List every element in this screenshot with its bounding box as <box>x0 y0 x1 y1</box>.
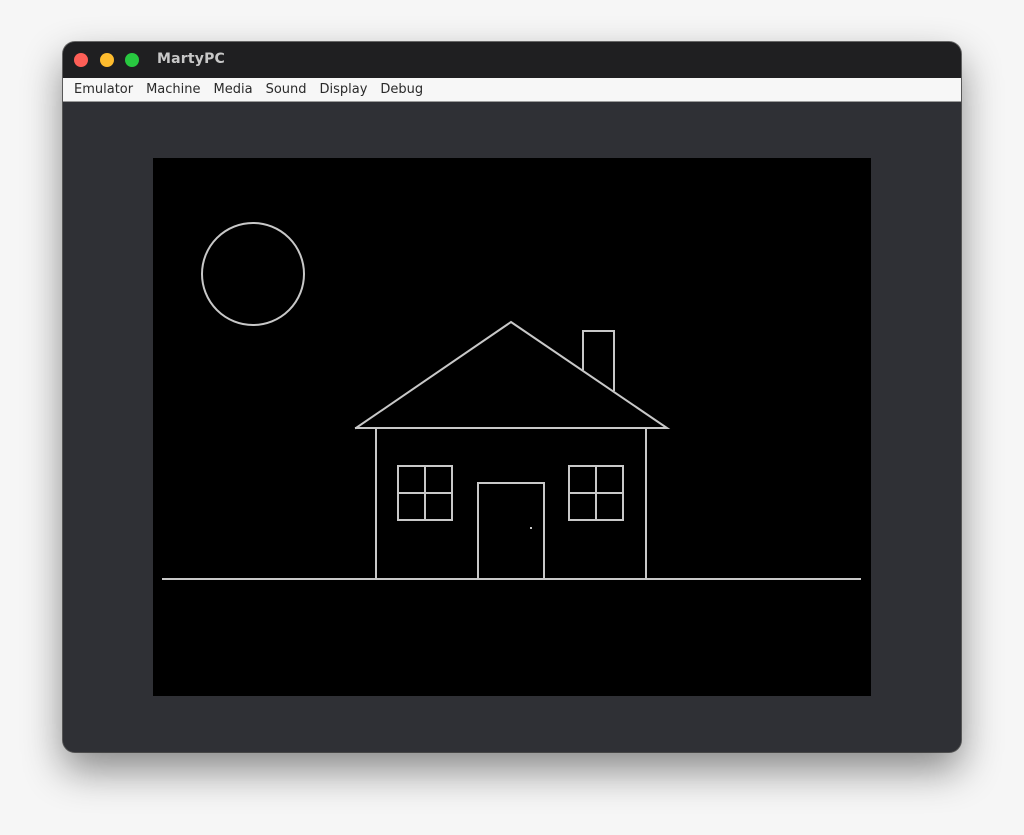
house-drawing <box>162 222 861 580</box>
door-knob <box>530 527 532 529</box>
minimize-icon[interactable] <box>100 53 114 67</box>
client-area <box>63 103 961 752</box>
menu-display[interactable]: Display <box>315 79 373 101</box>
roof <box>354 320 671 430</box>
maximize-icon[interactable] <box>125 53 139 67</box>
window-title: MartyPC <box>157 51 226 67</box>
door <box>477 482 545 580</box>
menu-debug[interactable]: Debug <box>375 79 428 101</box>
menu-media[interactable]: Media <box>209 79 258 101</box>
menu-machine[interactable]: Machine <box>141 79 205 101</box>
titlebar[interactable]: MartyPC <box>63 42 961 78</box>
menu-emulator[interactable]: Emulator <box>69 79 138 101</box>
close-icon[interactable] <box>74 53 88 67</box>
emulator-screen[interactable] <box>153 158 871 696</box>
app-window: MartyPC Emulator Machine Media Sound Dis… <box>63 42 961 752</box>
menubar: Emulator Machine Media Sound Display Deb… <box>63 78 961 102</box>
sun-circle <box>201 222 305 326</box>
menu-sound[interactable]: Sound <box>261 79 312 101</box>
